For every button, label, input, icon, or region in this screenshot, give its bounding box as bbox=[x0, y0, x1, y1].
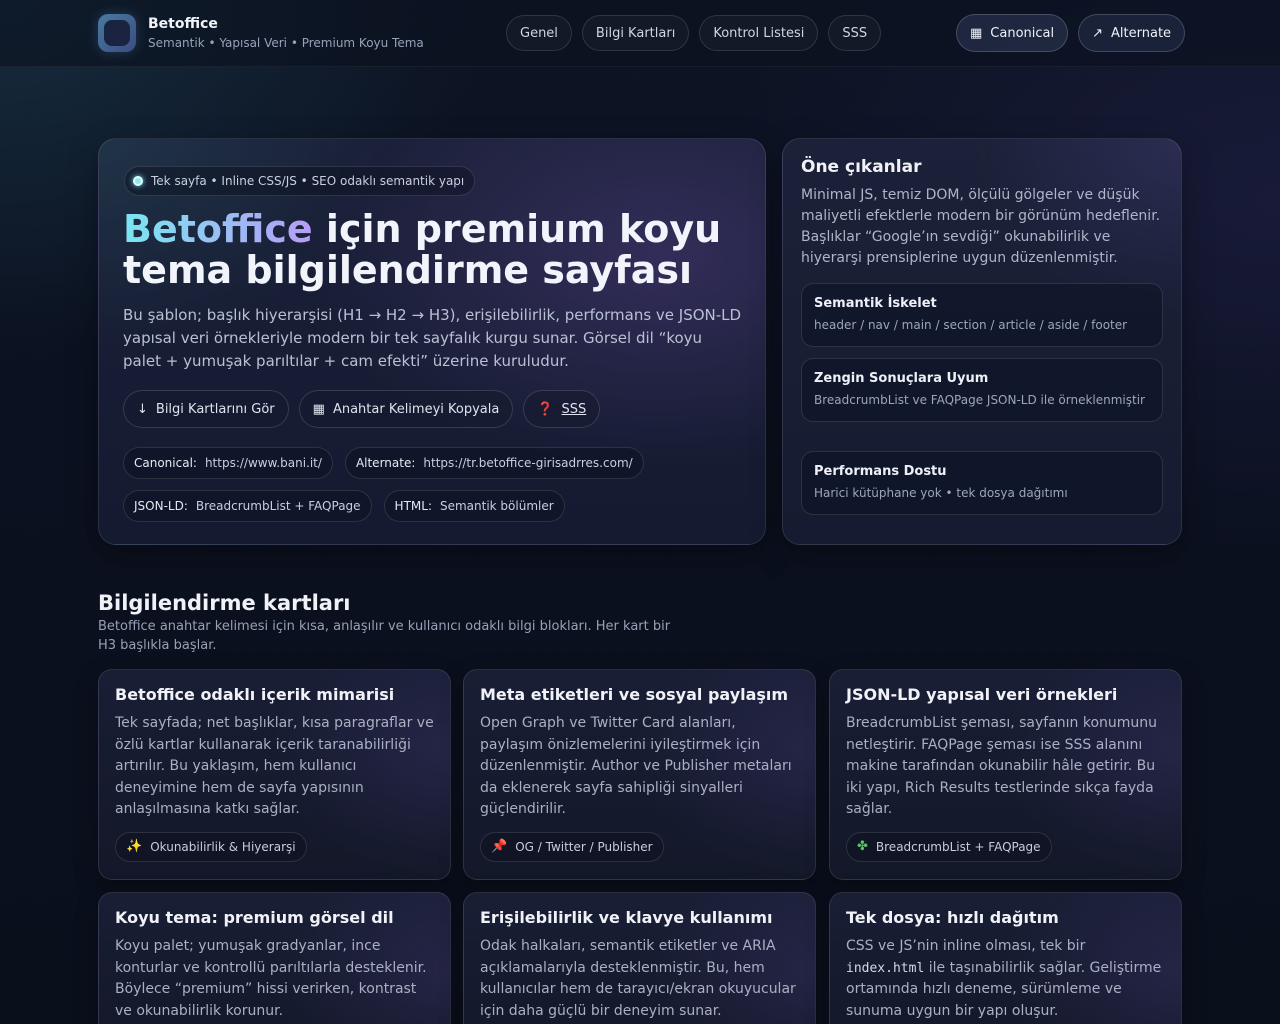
section-subtitle: Betoffice anahtar kelimesi için kısa, an… bbox=[98, 619, 671, 653]
highlight-item-title: Semantik İskelet bbox=[814, 296, 937, 311]
info-card: Koyu tema: premium görsel dil Koyu palet… bbox=[98, 892, 451, 1024]
chip-value: https://www.bani.it/ bbox=[204, 456, 322, 470]
nav-bilgi-kartlari[interactable]: Bilgi Kartları bbox=[581, 15, 690, 51]
hero-lead: Bu şablon; başlık hiyerarşisi (H1 → H2 →… bbox=[123, 306, 742, 370]
card-text: Odak halkaları, semantik etiketler ve AR… bbox=[480, 938, 796, 1019]
faq-link-label: SSS bbox=[561, 401, 587, 417]
chip-value: https://tr.betoffice-girisadrres.com/ bbox=[423, 456, 633, 470]
info-card: Tek dosya: hızlı dağıtım CSS ve JS’nin i… bbox=[829, 892, 1182, 1024]
chip-key: HTML: bbox=[394, 499, 432, 513]
sparkles-icon: ✨ bbox=[126, 839, 143, 854]
highlight-item-text: BreadcrumbList ve FAQPage JSON-LD ile ör… bbox=[814, 393, 1145, 407]
nav-sss[interactable]: SSS bbox=[828, 15, 882, 51]
card-title: Tek dosya: hızlı dağıtım bbox=[846, 908, 1059, 927]
card-tag: 📌 OG / Twitter / Publisher bbox=[480, 831, 664, 862]
chip-value: Semantik bölümler bbox=[439, 499, 554, 513]
info-card: Erişilebilirlik ve klavye kullanımı Odak… bbox=[463, 892, 816, 1024]
status-dot-icon bbox=[133, 176, 143, 186]
arrow-down-icon: ↓ bbox=[137, 401, 148, 417]
faq-link[interactable]: ❓ SSS bbox=[523, 390, 601, 428]
highlight-item-text: header / nav / main / section / article … bbox=[814, 318, 1128, 332]
nav-kontrol-listesi[interactable]: Kontrol Listesi bbox=[699, 15, 819, 51]
highlight-item-title: Zengin Sonuçlara Uyum bbox=[814, 371, 989, 386]
card-text-part: CSS ve JS’nin inline olması, tek bir bbox=[846, 938, 1086, 954]
card-text: Open Graph ve Twitter Card alanları, pay… bbox=[480, 715, 792, 817]
card-text: BreadcrumbList şeması, sayfanın konumunu… bbox=[846, 715, 1158, 817]
card-tag: ✤ BreadcrumbList + FAQPage bbox=[846, 831, 1052, 862]
info-card: Meta etiketleri ve sosyal paylaşım Open … bbox=[463, 669, 816, 880]
card-tag: ✨ Okunabilirlik & Hiyerarşi bbox=[115, 831, 307, 862]
hero-badge-text: Tek sayfa • Inline CSS/JS • SEO odaklı s… bbox=[151, 174, 465, 188]
view-cards-label: Bilgi Kartlarını Gör bbox=[155, 401, 275, 417]
canonical-button[interactable]: ▦ Canonical bbox=[956, 14, 1069, 52]
pushpin-icon: 📌 bbox=[491, 839, 508, 854]
highlight-item: Performans Dostu Harici kütüphane yok • … bbox=[801, 451, 1163, 515]
highlight-item: Zengin Sonuçlara Uyum BreadcrumbList ve … bbox=[801, 358, 1163, 422]
brand-subtitle: Semantik • Yapısal Veri • Premium Koyu T… bbox=[148, 36, 424, 50]
meta-chip-row-2: JSON-LD: BreadcrumbList + FAQPage HTML: … bbox=[123, 490, 565, 522]
title-highlight: Betoffice bbox=[123, 207, 313, 251]
info-card: Betoffice odaklı içerik mimarisi Tek say… bbox=[98, 669, 451, 880]
card-title: Betoffice odaklı içerik mimarisi bbox=[115, 685, 395, 704]
canonical-chip: Canonical: https://www.bani.it/ bbox=[123, 447, 333, 479]
nav-genel[interactable]: Genel bbox=[506, 15, 572, 51]
puzzle-icon: ✤ bbox=[857, 839, 868, 854]
highlight-item-text: Harici kütüphane yok • tek dosya dağıtım… bbox=[814, 486, 1068, 500]
canonical-label: Canonical bbox=[990, 25, 1055, 41]
highlights-text: Minimal JS, temiz DOM, ölçülü gölgeler v… bbox=[801, 187, 1161, 266]
alternate-button[interactable]: ↗ Alternate bbox=[1078, 14, 1186, 52]
html-chip: HTML: Semantik bölümler bbox=[383, 490, 565, 522]
alternate-label: Alternate bbox=[1111, 25, 1172, 41]
card-text: Tek sayfada; net başlıklar, kısa paragra… bbox=[115, 715, 434, 817]
card-title: Meta etiketleri ve sosyal paylaşım bbox=[480, 685, 789, 704]
highlight-item: Semantik İskelet header / nav / main / s… bbox=[801, 283, 1163, 347]
copy-keyword-button[interactable]: ▦ Anahtar Kelimeyi Kopyala bbox=[298, 390, 514, 428]
hero-panel: Tek sayfa • Inline CSS/JS • SEO odaklı s… bbox=[98, 138, 766, 545]
jsonld-chip: JSON-LD: BreadcrumbList + FAQPage bbox=[123, 490, 372, 522]
brand-name: Betoffice bbox=[148, 16, 218, 32]
card-text: CSS ve JS’nin inline olması, tek bir ind… bbox=[846, 936, 1165, 1022]
page-title: Betoffice için premium koyu tema bilgile… bbox=[123, 209, 753, 291]
card-tag-label: Okunabilirlik & Hiyerarşi bbox=[150, 839, 296, 854]
question-icon: ❓ bbox=[537, 401, 554, 417]
card-title: Erişilebilirlik ve klavye kullanımı bbox=[480, 908, 773, 927]
section-title: Bilgilendirme kartları bbox=[98, 591, 351, 615]
card-text: Koyu palet; yumuşak gradyanlar, ince kon… bbox=[115, 938, 427, 1019]
chip-key: JSON-LD: bbox=[134, 499, 188, 513]
chip-value: BreadcrumbList + FAQPage bbox=[195, 499, 361, 513]
view-cards-button[interactable]: ↓ Bilgi Kartlarını Gör bbox=[123, 390, 289, 428]
meta-chip-row-1: Canonical: https://www.bani.it/ Alternat… bbox=[123, 447, 644, 479]
highlights-panel: Öne çıkanlar Minimal JS, temiz DOM, ölçü… bbox=[782, 138, 1182, 545]
logo-icon bbox=[98, 14, 136, 52]
building-icon: ▦ bbox=[312, 401, 325, 417]
hero-badge: Tek sayfa • Inline CSS/JS • SEO odaklı s… bbox=[124, 166, 476, 196]
brand[interactable]: Betoffice Semantik • Yapısal Veri • Prem… bbox=[98, 14, 424, 52]
copy-keyword-label: Anahtar Kelimeyi Kopyala bbox=[332, 401, 500, 417]
card-tag-label: OG / Twitter / Publisher bbox=[515, 839, 653, 854]
card-title: JSON-LD yapısal veri örnekleri bbox=[846, 685, 1118, 704]
top-header: Betoffice Semantik • Yapısal Veri • Prem… bbox=[0, 0, 1280, 67]
chip-key: Alternate: bbox=[355, 456, 416, 470]
header-actions: ▦ Canonical ↗ Alternate bbox=[956, 14, 1186, 52]
alternate-chip: Alternate: https://tr.betoffice-girisadr… bbox=[344, 447, 644, 479]
highlight-item-title: Performans Dostu bbox=[814, 464, 947, 479]
main-nav: Genel Bilgi Kartları Kontrol Listesi SSS bbox=[506, 15, 882, 51]
chip-key: Canonical: bbox=[134, 456, 197, 470]
card-title: Koyu tema: premium görsel dil bbox=[115, 908, 394, 927]
card-code: index.html bbox=[846, 960, 925, 976]
card-tag-label: BreadcrumbList + FAQPage bbox=[875, 839, 1041, 854]
hero-cta-row: ↓ Bilgi Kartlarını Gör ▦ Anahtar Kelimey… bbox=[123, 390, 601, 428]
building-icon: ▦ bbox=[970, 25, 983, 41]
external-arrow-icon: ↗ bbox=[1092, 25, 1104, 41]
info-card: JSON-LD yapısal veri örnekleri Breadcrum… bbox=[829, 669, 1182, 880]
highlights-title: Öne çıkanlar bbox=[801, 157, 922, 177]
